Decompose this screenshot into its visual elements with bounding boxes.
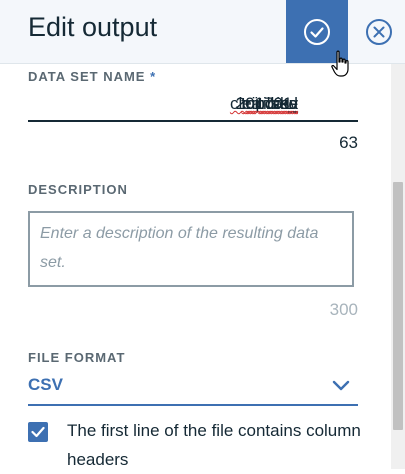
panel-title: Edit output xyxy=(28,12,157,43)
header-row-checkbox[interactable] xyxy=(28,422,48,442)
file-format-value: CSV xyxy=(28,375,63,395)
file-format-select[interactable]: CSV xyxy=(28,374,358,406)
description-counter: 300 xyxy=(300,300,358,320)
hand-pointer-icon xyxy=(331,50,353,78)
description-label: DESCRIPTION xyxy=(28,182,128,197)
check-circle-icon xyxy=(303,18,331,46)
dataset-name-input[interactable]: 201701-citibike-tripdata_cleansed.csv xyxy=(28,90,358,122)
dataset-name-counter: 63 xyxy=(300,133,358,153)
scrollbar-thumb[interactable] xyxy=(393,182,403,430)
close-button[interactable] xyxy=(364,17,394,47)
close-circle-icon xyxy=(365,18,393,46)
chevron-down-icon xyxy=(332,380,350,392)
file-format-label: FILE FORMAT xyxy=(28,350,125,365)
description-placeholder: Enter a description of the resulting dat… xyxy=(40,219,342,277)
dataset-name-label: DATA SET NAME * xyxy=(28,69,156,84)
required-marker: * xyxy=(150,69,156,84)
description-textarea[interactable]: Enter a description of the resulting dat… xyxy=(28,211,354,287)
header-row-checkbox-label[interactable]: The first line of the file contains colu… xyxy=(67,416,367,474)
checkmark-icon xyxy=(31,426,45,438)
